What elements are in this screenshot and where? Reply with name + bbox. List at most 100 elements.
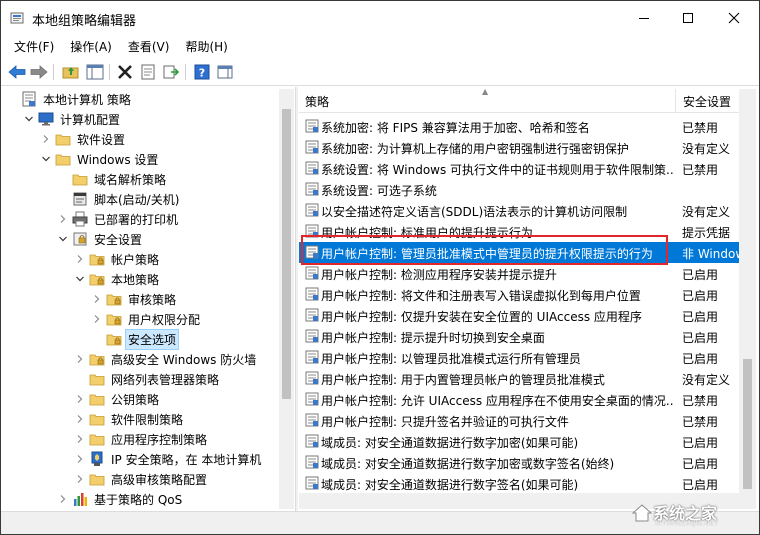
help-button[interactable]: ? bbox=[192, 62, 212, 82]
minimize-button[interactable] bbox=[621, 1, 667, 35]
column-setting[interactable]: 安全设置 bbox=[677, 89, 739, 113]
tree-node-label: 域名解析策略 bbox=[94, 172, 167, 187]
export-list-button[interactable] bbox=[161, 62, 181, 82]
table-row[interactable]: 用户帐户控制: 将文件和注册表写入错误虚拟化到每用户位置 已启用 bbox=[299, 284, 739, 305]
tree-node[interactable]: 网络列表管理器策略 bbox=[74, 369, 221, 389]
tree-expander[interactable] bbox=[57, 489, 69, 509]
tree-node[interactable]: 域名解析策略 bbox=[57, 169, 168, 189]
tree-expander[interactable] bbox=[74, 429, 86, 449]
list-scroll-thumb[interactable] bbox=[743, 359, 752, 489]
policy-setting-icon bbox=[305, 392, 319, 406]
menu-help[interactable]: 帮助(H) bbox=[179, 36, 233, 57]
collapsed-chevron-icon bbox=[94, 315, 100, 323]
table-row[interactable]: 用户帐户控制: 允许 UIAccess 应用程序在不使用安全桌面的情况... 已禁… bbox=[299, 389, 739, 410]
tree-expander[interactable] bbox=[91, 309, 103, 329]
tree-node[interactable]: 审核策略 bbox=[91, 289, 178, 309]
menu-action[interactable]: 操作(A) bbox=[64, 36, 118, 57]
collapsed-chevron-icon bbox=[77, 255, 83, 263]
tree-expander-empty bbox=[57, 169, 69, 189]
row-security-setting: 已启用 bbox=[682, 352, 719, 366]
tree-node[interactable]: 公钥策略 bbox=[74, 389, 161, 409]
tree-expander[interactable] bbox=[74, 349, 86, 369]
table-row[interactable]: 域成员: 对安全通道数据进行数字加密(如果可能) 已启用 bbox=[299, 431, 739, 452]
tree-node[interactable]: Windows 设置 bbox=[40, 149, 160, 169]
tree-node[interactable]: 计算机配置 bbox=[23, 109, 122, 129]
table-row[interactable]: 用户帐户控制: 用于内置管理员帐户的管理员批准模式 没有定义 bbox=[299, 368, 739, 389]
row-security-setting: 已启用 bbox=[682, 457, 719, 471]
tree-node[interactable]: 本地策略 bbox=[74, 269, 161, 289]
table-row[interactable]: 用户帐户控制: 仅提升安装在安全位置的 UIAccess 应用程序 已启用 bbox=[299, 305, 739, 326]
row-policy-name: 用户帐户控制: 将文件和注册表写入错误虚拟化到每用户位置 bbox=[321, 289, 641, 303]
tree-node[interactable]: 软件限制策略 bbox=[74, 409, 185, 429]
table-row[interactable]: 用户帐户控制: 管理员批准模式中管理员的提升权限提示的行为 非 Windows bbox=[299, 242, 739, 263]
table-row[interactable]: 用户帐户控制: 只提升签名并验证的可执行文件 已禁用 bbox=[299, 410, 739, 431]
tree-node-label: Windows 设置 bbox=[77, 152, 159, 167]
tree-expander[interactable] bbox=[74, 449, 86, 469]
forward-arrow-icon bbox=[30, 65, 48, 79]
table-row[interactable]: 域成员: 对安全通道数据进行数字签名(如果可能) 已启用 bbox=[299, 473, 739, 494]
tree-node-icon bbox=[72, 211, 88, 227]
table-row[interactable]: 用户帐户控制: 检测应用程序安装并提示提升 已启用 bbox=[299, 263, 739, 284]
tree-node[interactable]: 本地计算机 策略 bbox=[6, 89, 133, 109]
folder-icon bbox=[55, 154, 71, 166]
menu-bar: 文件(F) 操作(A) 查看(V) 帮助(H) bbox=[1, 35, 759, 57]
collapsed-chevron-icon bbox=[94, 295, 100, 303]
tree-node[interactable]: 用户权限分配 bbox=[91, 309, 202, 329]
tree-node[interactable]: 基于策略的 QoS bbox=[57, 489, 184, 509]
row-security-setting: 已启用 bbox=[682, 268, 719, 282]
tree-node[interactable]: IP 安全策略，在 本地计算机 bbox=[74, 449, 263, 469]
row-security-setting: 已禁用 bbox=[682, 121, 719, 135]
column-policy[interactable]: 策略 ▲ bbox=[299, 89, 676, 113]
tree-node-label: 脚本(启动/关机) bbox=[94, 192, 180, 207]
tree-node-label: 网络列表管理器策略 bbox=[111, 372, 220, 387]
tree-expander[interactable] bbox=[74, 469, 86, 489]
tree-node[interactable]: 高级审核策略配置 bbox=[74, 469, 209, 489]
maximize-button[interactable] bbox=[665, 1, 711, 35]
up-one-level-button[interactable] bbox=[61, 62, 81, 82]
tree-expander[interactable] bbox=[74, 389, 86, 409]
table-row[interactable]: 域成员: 对安全通道数据进行数字加密或数字签名(始终) 已启用 bbox=[299, 452, 739, 473]
list-vertical-scrollbar[interactable] bbox=[739, 89, 756, 509]
tree-node[interactable]: 软件设置 bbox=[40, 129, 127, 149]
tree-expander[interactable] bbox=[40, 149, 52, 169]
menu-file[interactable]: 文件(F) bbox=[8, 36, 60, 57]
tree-node[interactable]: 安全设置 bbox=[57, 229, 144, 249]
table-row[interactable]: 用户帐户控制: 标准用户的提升提示行为 提示凭据 bbox=[299, 221, 739, 242]
tree-node[interactable]: 安全选项 bbox=[91, 328, 180, 350]
tree-node[interactable]: 应用程序控制策略 bbox=[74, 429, 209, 449]
tree-expander[interactable] bbox=[57, 229, 69, 249]
tree-expander[interactable] bbox=[74, 269, 86, 289]
table-row[interactable]: 系统加密: 为计算机上存储的用户密钥强制进行强密钥保护 没有定义 bbox=[299, 137, 739, 158]
tree-expander[interactable] bbox=[74, 249, 86, 269]
tree-scroll-thumb[interactable] bbox=[282, 109, 291, 399]
help-icon: ? bbox=[194, 64, 210, 80]
tree-expander[interactable] bbox=[40, 129, 52, 149]
tree-node[interactable]: 帐户策略 bbox=[74, 249, 161, 269]
table-row[interactable]: 以安全描述符定义语言(SDDL)语法表示的计算机访问限制 没有定义 bbox=[299, 200, 739, 221]
back-button[interactable] bbox=[7, 62, 27, 82]
menu-view[interactable]: 查看(V) bbox=[122, 36, 176, 57]
forward-button[interactable] bbox=[29, 62, 49, 82]
row-policy-name: 系统加密: 将 FIPS 兼容算法用于加密、哈希和签名 bbox=[321, 121, 590, 135]
tree-node[interactable]: 脚本(启动/关机) bbox=[57, 189, 181, 209]
minimize-icon bbox=[639, 18, 649, 19]
show-hide-tree-button[interactable] bbox=[85, 62, 105, 82]
action-pane-button[interactable] bbox=[215, 62, 235, 82]
tree-expander[interactable] bbox=[57, 209, 69, 229]
pane-splitter[interactable] bbox=[295, 87, 298, 511]
tree-vertical-scrollbar[interactable] bbox=[279, 89, 294, 509]
delete-button[interactable] bbox=[115, 62, 135, 82]
properties-button[interactable] bbox=[138, 62, 158, 82]
tree-node[interactable]: 已部署的打印机 bbox=[57, 209, 180, 229]
table-row[interactable]: 用户帐户控制: 以管理员批准模式运行所有管理员 已启用 bbox=[299, 347, 739, 368]
tree-expander[interactable] bbox=[23, 109, 35, 129]
tree-expander[interactable] bbox=[74, 409, 86, 429]
table-row[interactable]: 系统设置: 可选子系统 bbox=[299, 179, 739, 200]
tree-node[interactable]: 高级安全 Windows 防火墙 bbox=[74, 349, 258, 369]
close-button[interactable] bbox=[711, 1, 757, 35]
tree-expander[interactable] bbox=[91, 289, 103, 309]
table-row[interactable]: 用户帐户控制: 提示提升时切换到安全桌面 已启用 bbox=[299, 326, 739, 347]
row-security-setting: 已启用 bbox=[682, 289, 719, 303]
table-row[interactable]: 系统加密: 将 FIPS 兼容算法用于加密、哈希和签名 已禁用 bbox=[299, 116, 739, 137]
table-row[interactable]: 系统设置: 将 Windows 可执行文件中的证书规则用于软件限制策... 已禁用 bbox=[299, 158, 739, 179]
